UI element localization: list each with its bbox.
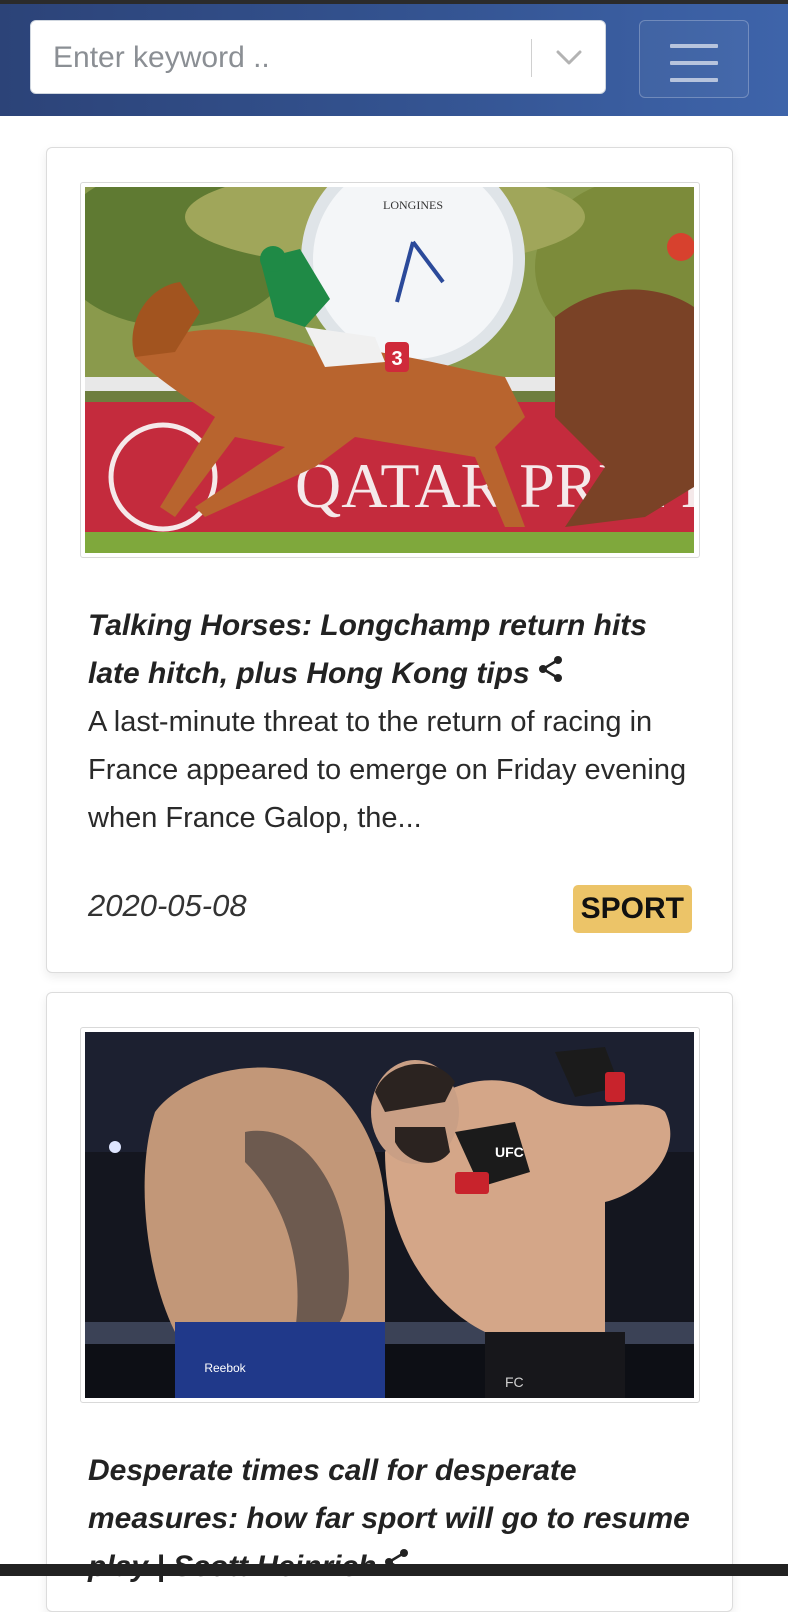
header-bar	[0, 4, 788, 116]
window-bottom-border	[0, 1564, 788, 1576]
saddle-number: 3	[391, 348, 402, 370]
article-title[interactable]: Talking Horses: Longchamp return hits la…	[88, 602, 698, 699]
menu-toggle-button[interactable]	[639, 20, 749, 98]
hamburger-menu-icon	[670, 44, 718, 48]
article-thumbnail[interactable]: Reebok UFC FC	[80, 1027, 700, 1403]
share-icon[interactable]	[536, 651, 566, 699]
chevron-down-icon[interactable]	[549, 43, 589, 73]
glove-logo-text: UFC	[495, 1144, 524, 1160]
article-date: 2020-05-08	[88, 888, 247, 923]
article-description: A last-minute threat to the return of ra…	[88, 706, 687, 834]
hamburger-bar	[670, 78, 718, 82]
shorts-logo-text: Reebok	[204, 1361, 246, 1375]
search-select[interactable]	[30, 20, 606, 95]
search-divider	[531, 39, 532, 77]
article-thumbnail[interactable]: LONGINES QATAR PRIX DE L 3	[80, 182, 700, 558]
mma-fight-image: Reebok UFC FC	[85, 1032, 694, 1398]
clock-brand-text: LONGINES	[383, 198, 443, 212]
article-card[interactable]: Reebok UFC FC Desperate times call for d…	[46, 992, 733, 1612]
article-card[interactable]: LONGINES QATAR PRIX DE L 3 Talking Horse…	[46, 147, 733, 973]
hamburger-bar	[670, 61, 718, 65]
shorts-text: FC	[505, 1374, 524, 1390]
horse-racing-image: LONGINES QATAR PRIX DE L 3	[85, 187, 694, 553]
category-badge[interactable]: SPORT	[572, 885, 692, 933]
search-input[interactable]	[51, 21, 535, 95]
